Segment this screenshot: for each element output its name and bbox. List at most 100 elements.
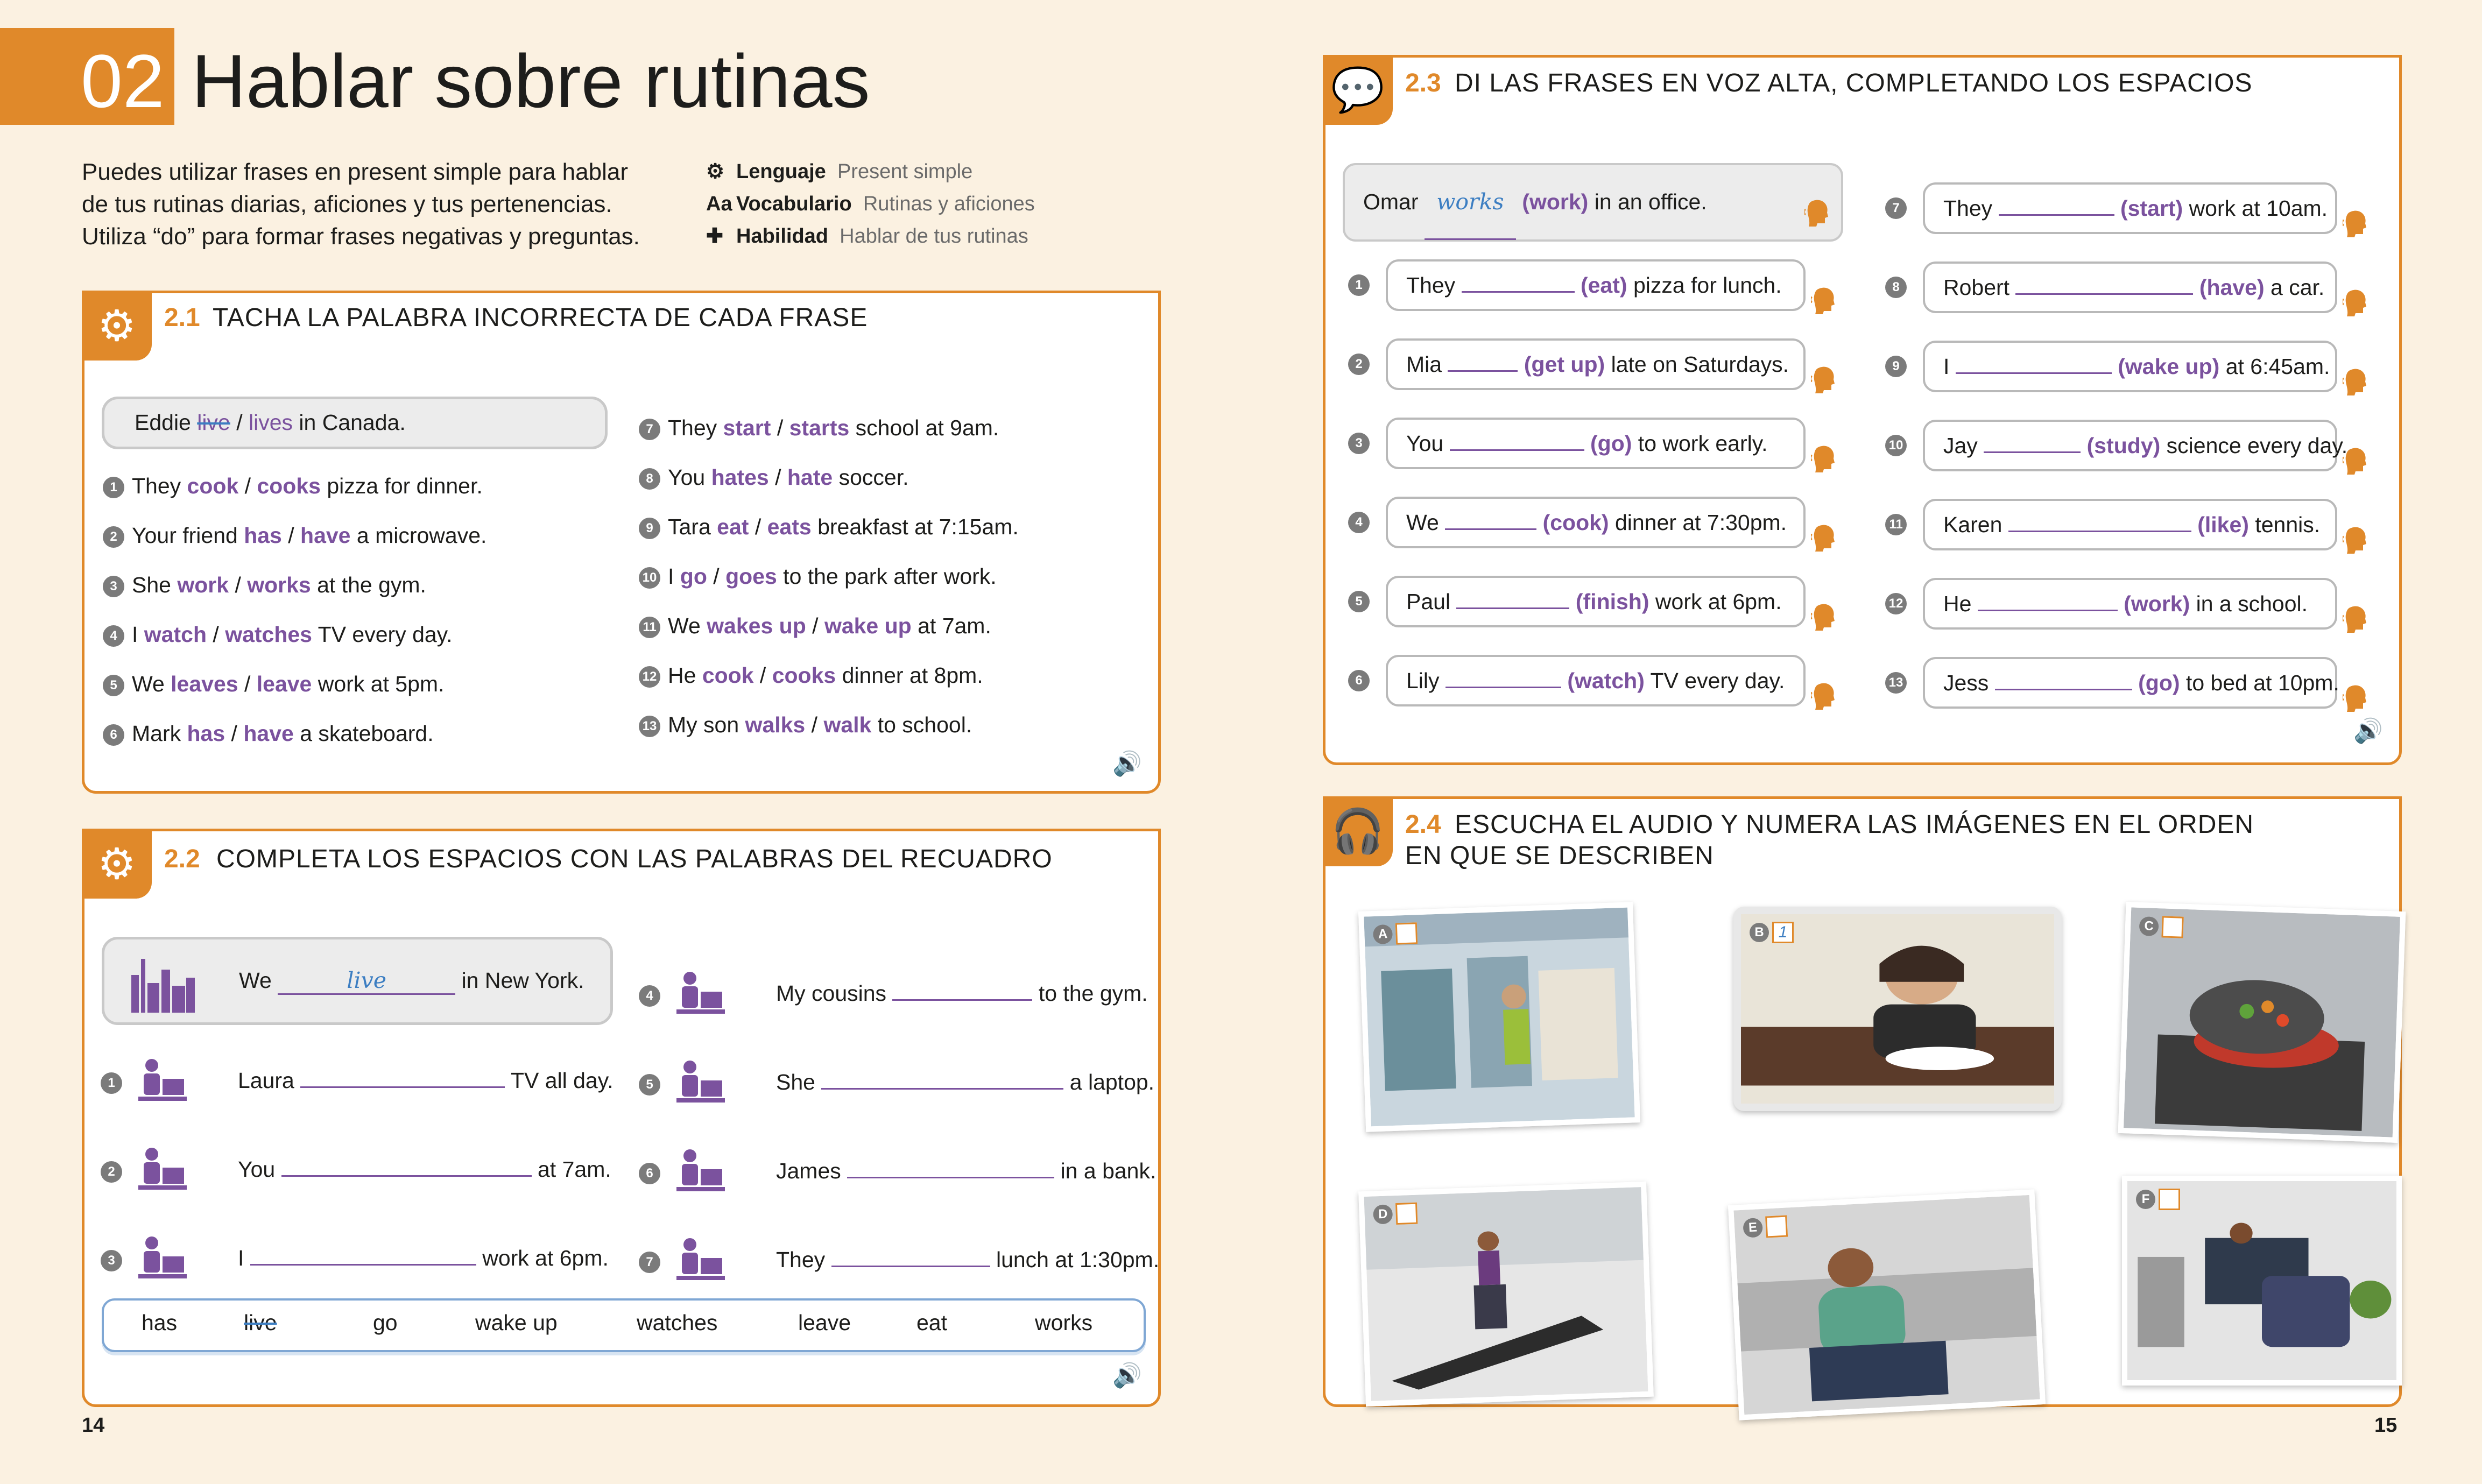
word-option[interactable]: works (1035, 1310, 1092, 1335)
speech-bubble: We (cook) dinner at 7:30pm. (1386, 497, 1806, 548)
exercise-title: COMPLETA LOS ESPACIOS CON LAS PALABRAS D… (216, 845, 1053, 873)
option-b[interactable]: leave (257, 672, 312, 696)
example-bubble: Omar works (work) in an office. (1343, 163, 1843, 242)
option-b[interactable]: watches (225, 622, 312, 647)
option-a[interactable]: has (244, 523, 282, 548)
speaking-head-icon (1811, 604, 1835, 631)
item-number: 5 (639, 1074, 660, 1096)
item-number: 7 (639, 1252, 660, 1273)
audio-icon[interactable]: 🔊 (1112, 1361, 1142, 1389)
option-a[interactable]: has (187, 721, 225, 746)
option-a[interactable]: wakes up (707, 613, 806, 638)
item-number: 2 (103, 526, 124, 548)
item-number: 5 (1348, 591, 1370, 612)
exercise-item: 1 They cook / cooks pizza for dinner. (103, 474, 483, 499)
option-b[interactable]: cooks (257, 474, 321, 498)
tv-watcher-icon (133, 1055, 192, 1108)
exercise-item: I work at 6pm. (238, 1246, 609, 1270)
answer-blank[interactable] (281, 1175, 532, 1177)
exercise-title: ESCUCHA EL AUDIO Y NUMERA LAS IMÁGENES E… (1455, 810, 2254, 839)
answer-blank[interactable] (1456, 607, 1570, 609)
answer-blank[interactable] (1445, 528, 1537, 530)
option-b[interactable]: cooks (772, 663, 836, 688)
option-a[interactable]: leaves (171, 672, 238, 696)
answer-blank[interactable] (250, 1264, 476, 1266)
option-a[interactable]: eat (717, 514, 749, 539)
speech-bubble: He (work) in a school. (1923, 578, 2337, 630)
option-a[interactable]: cook (702, 663, 754, 688)
item-number: 7 (1885, 197, 1907, 219)
option-b[interactable]: starts (789, 415, 850, 440)
treadmill-picture: D (1358, 1181, 1654, 1407)
answer-blank[interactable] (300, 1086, 505, 1088)
speaking-head-icon (1811, 683, 1835, 710)
answer-checkbox[interactable] (2159, 1189, 2180, 1210)
picture-label: A (1372, 922, 1418, 945)
option-b[interactable]: have (243, 721, 293, 746)
answer-blank[interactable] (1994, 689, 2132, 690)
answer-blank[interactable] (1445, 687, 1561, 688)
answer-blank[interactable] (1448, 370, 1518, 372)
answer-checkbox[interactable]: 1 (1772, 922, 1794, 943)
picture-letter: F (2136, 1190, 2155, 1209)
page-number-left: 14 (82, 1414, 105, 1437)
option-a[interactable]: hates (711, 465, 769, 490)
item-number: 7 (639, 419, 660, 441)
audio-icon[interactable]: 🔊 (2353, 717, 2383, 745)
word-option[interactable]: wake up (475, 1310, 558, 1335)
answer-blank[interactable] (821, 1088, 1064, 1090)
answer-blank[interactable] (2008, 531, 2191, 532)
answer-checkbox[interactable] (2161, 916, 2184, 938)
option-b[interactable]: have (300, 523, 350, 548)
option-a[interactable]: work (177, 573, 229, 597)
shopping-picture: A (1358, 902, 1640, 1132)
option-b[interactable]: eats (767, 514, 812, 539)
speech-bubble: Robert (have) a car. (1923, 262, 2337, 313)
answer-checkbox[interactable] (1395, 922, 1418, 945)
option-a[interactable]: go (680, 564, 707, 589)
exercise-2-1: ⚙ 2.1 TACHA LA PALABRA INCORRECTA DE CAD… (82, 291, 1161, 794)
answer-blank[interactable] (1984, 451, 2081, 453)
word-option[interactable]: watches (637, 1310, 717, 1335)
speaking-head-icon (2343, 289, 2366, 316)
answer-blank[interactable] (2015, 293, 2194, 295)
answer-checkbox[interactable] (1395, 1202, 1418, 1225)
option-a[interactable]: cook (187, 474, 239, 498)
word-option[interactable]: eat (916, 1310, 947, 1335)
speaking-head-icon (2343, 685, 2366, 712)
answer-blank[interactable] (847, 1177, 1055, 1178)
speaking-head-icon (1811, 525, 1835, 552)
word-option[interactable]: live (244, 1310, 277, 1335)
answer-blank[interactable] (1955, 372, 2112, 374)
speaking-head-icon (2343, 606, 2366, 633)
word-option[interactable]: has (142, 1310, 177, 1335)
exercise-title: TACHA LA PALABRA INCORRECTA DE CADA FRAS… (213, 303, 868, 332)
exercise-2-2: ⚙ 2.2 COMPLETA LOS ESPACIOS CON LAS PALA… (82, 829, 1161, 1407)
picture-letter: A (1372, 924, 1393, 945)
example-sentence: Eddie live / lives in Canada. (135, 410, 406, 435)
option-b[interactable]: wake up (824, 613, 912, 638)
option-a[interactable]: start (723, 415, 771, 440)
item-number: 11 (639, 617, 660, 639)
answer-blank[interactable] (1461, 291, 1575, 293)
option-a[interactable]: watch (144, 622, 207, 647)
answer-blank[interactable] (1449, 449, 1584, 451)
exercise-item: 12 He cook / cooks dinner at 8pm. (639, 663, 983, 688)
option-a[interactable]: walks (745, 712, 806, 737)
answer-checkbox[interactable] (1765, 1215, 1788, 1238)
answer-blank[interactable] (892, 999, 1033, 1001)
exercise-item: 3 She work / works at the gym. (103, 573, 426, 598)
option-b[interactable]: walk (823, 712, 871, 737)
exercise-item: She a laptop. (776, 1070, 1155, 1094)
option-b[interactable]: hate (787, 465, 833, 490)
word-option[interactable]: leave (798, 1310, 851, 1335)
option-b[interactable]: works (247, 573, 311, 597)
answer-blank[interactable] (1977, 610, 2118, 611)
answer-blank[interactable] (831, 1266, 990, 1267)
answer-blank[interactable] (1998, 214, 2114, 216)
option-b[interactable]: goes (725, 564, 777, 589)
audio-icon[interactable]: 🔊 (1112, 750, 1142, 778)
exercise-item: They lunch at 1:30pm. (776, 1247, 1160, 1272)
word-option[interactable]: go (373, 1310, 398, 1335)
item-number: 12 (1885, 593, 1907, 614)
